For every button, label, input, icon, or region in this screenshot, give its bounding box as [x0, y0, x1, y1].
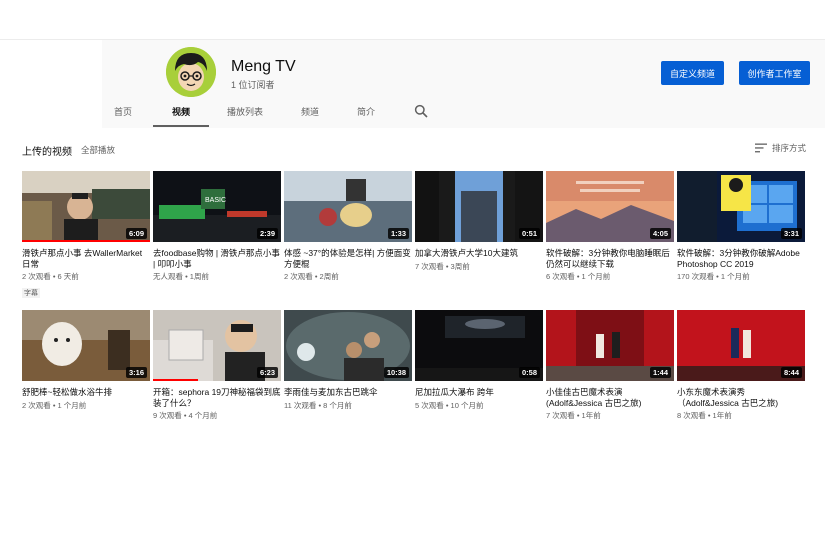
video-card[interactable]: 3:16 舒肥棒~轻松做水浴牛排 2 次观看 • 1 个月前	[22, 310, 150, 411]
creator-studio-button[interactable]: 创作者工作室	[739, 61, 810, 85]
video-thumbnail[interactable]: 6:23	[153, 310, 281, 381]
video-thumbnail[interactable]: 0:51	[415, 171, 543, 242]
svg-text:BASIC: BASIC	[205, 197, 226, 204]
video-grid: 6:09 滑铁卢那点小事 去WallerMarket日常 2 次观看 • 6 天…	[22, 171, 806, 431]
video-meta: 2 次观看 • 1 个月前	[22, 400, 87, 410]
tab-playlists[interactable]: 播放列表	[218, 100, 272, 127]
avatar-cartoon-face	[166, 47, 216, 97]
video-duration: 6:09	[125, 228, 147, 239]
video-meta: 5 次观看 • 10 个月前	[415, 400, 484, 410]
top-bar	[0, 0, 825, 40]
video-duration: 0:51	[518, 228, 540, 239]
video-title[interactable]: 小佳佳古巴魔术表演 (Adolf&Jessica 古巴之旅)	[546, 387, 674, 408]
video-thumbnail[interactable]: 10:38	[284, 310, 412, 381]
video-title[interactable]: 舒肥棒~轻松做水浴牛排	[22, 387, 150, 398]
video-thumbnail[interactable]: 8:44	[677, 310, 805, 381]
video-duration: 6:23	[256, 367, 278, 378]
video-thumbnail[interactable]: BASIC 2:39	[153, 171, 281, 242]
uploads-section-title: 上传的视频	[22, 147, 72, 158]
video-title[interactable]: 去foodbase购物 | 滑铁卢那点小事 | 叩叩小事	[153, 248, 281, 269]
video-meta: 无人观看 • 1周前	[153, 272, 209, 281]
video-duration: 4:05	[649, 228, 671, 239]
video-meta: 6 次观看 • 1 个月前	[546, 272, 611, 281]
video-meta: 7 次观看 • 1年前	[546, 411, 601, 420]
video-meta: 9 次观看 • 4 个月前	[153, 411, 218, 420]
video-duration: 3:16	[125, 367, 147, 378]
customize-channel-button[interactable]: 自定义频道	[661, 61, 724, 85]
video-duration: 1:33	[387, 228, 409, 239]
video-card[interactable]: 0:58 尼加拉瓜大瀑布 跨年 5 次观看 • 10 个月前	[415, 310, 543, 411]
watch-progress-bar	[153, 379, 198, 381]
video-meta: 8 次观看 • 1年前	[677, 411, 732, 420]
sort-icon	[755, 143, 767, 153]
subscriber-count: 1 位订阅者	[231, 80, 275, 90]
video-meta: 7 次观看 • 3周前	[415, 261, 470, 271]
video-title[interactable]: 软件破解：3分钟教你破解Adobe Photoshop CC 2019	[677, 248, 805, 269]
video-meta: 170 次观看 • 1 个月前	[677, 272, 750, 281]
channel-avatar[interactable]	[166, 47, 216, 97]
video-card[interactable]: 8:44 小东东魔术表演秀 （Adolf&Jessica 古巴之旅) 8 次观看…	[677, 310, 805, 421]
video-duration: 1:44	[649, 367, 671, 378]
video-meta: 2 次观看 • 2周前	[284, 272, 339, 281]
video-title[interactable]: 体感 ~37°的体验是怎样| 方便面变方便棍	[284, 248, 412, 269]
video-thumbnail[interactable]: 1:44	[546, 310, 674, 381]
video-card[interactable]: BASIC 2:39 去foodbase购物 | 滑铁卢那点小事 | 叩叩小事 …	[153, 171, 281, 282]
video-meta: 2 次观看 • 6 天前	[22, 272, 79, 281]
play-all-link[interactable]: 全部播放	[81, 144, 115, 156]
video-thumbnail[interactable]: 3:16	[22, 310, 150, 381]
video-card[interactable]: 1:44 小佳佳古巴魔术表演 (Adolf&Jessica 古巴之旅) 7 次观…	[546, 310, 674, 421]
video-duration: 8:44	[780, 367, 802, 378]
search-icon[interactable]	[414, 104, 428, 118]
video-card[interactable]: 1:33 体感 ~37°的体验是怎样| 方便面变方便棍 2 次观看 • 2周前	[284, 171, 412, 282]
video-title[interactable]: 软件破解：3分钟教你电脑睡眠后仍然可以继续下载	[546, 248, 674, 269]
video-card[interactable]: 4:05 软件破解：3分钟教你电脑睡眠后仍然可以继续下载 6 次观看 • 1 个…	[546, 171, 674, 282]
video-thumbnail[interactable]: 6:09	[22, 171, 150, 242]
video-card[interactable]: 3:31 软件破解：3分钟教你破解Adobe Photoshop CC 2019…	[677, 171, 805, 282]
video-title[interactable]: 滑铁卢那点小事 去WallerMarket日常	[22, 248, 150, 269]
caption-badge: 字幕	[22, 288, 40, 298]
tab-channels[interactable]: 频道	[288, 100, 332, 127]
channel-name: Meng TV	[231, 58, 296, 75]
tab-home[interactable]: 首页	[102, 100, 144, 127]
video-thumbnail[interactable]: 4:05	[546, 171, 674, 242]
video-card[interactable]: 10:38 李雨佳与麦加东古巴跳伞 11 次观看 • 8 个月前	[284, 310, 412, 411]
video-card[interactable]: 0:51 加拿大滑铁卢大学10大建筑 7 次观看 • 3周前	[415, 171, 543, 272]
video-card[interactable]: 6:09 滑铁卢那点小事 去WallerMarket日常 2 次观看 • 6 天…	[22, 171, 150, 300]
video-title[interactable]: 李雨佳与麦加东古巴跳伞	[284, 387, 412, 398]
video-duration: 3:31	[780, 228, 802, 239]
sort-label: 排序方式	[772, 143, 807, 153]
tab-videos[interactable]: 视频	[153, 100, 209, 127]
video-card[interactable]: 6:23 开箱：sephora 19刀神秘福袋到底装了什么？ 9 次观看 • 4…	[153, 310, 281, 421]
video-title[interactable]: 小东东魔术表演秀 （Adolf&Jessica 古巴之旅)	[677, 387, 805, 408]
tab-about[interactable]: 简介	[344, 100, 388, 127]
video-meta: 11 次观看 • 8 个月前	[284, 400, 352, 410]
video-title[interactable]: 加拿大滑铁卢大学10大建筑	[415, 248, 543, 259]
video-thumbnail[interactable]: 0:58	[415, 310, 543, 381]
video-thumbnail[interactable]: 3:31	[677, 171, 805, 242]
video-title[interactable]: 尼加拉瓜大瀑布 跨年	[415, 387, 543, 398]
video-title[interactable]: 开箱：sephora 19刀神秘福袋到底装了什么？	[153, 387, 281, 408]
video-duration: 0:58	[518, 367, 540, 378]
video-thumbnail[interactable]: 1:33	[284, 171, 412, 242]
video-duration: 2:39	[256, 228, 278, 239]
watch-progress-bar	[22, 240, 150, 242]
video-duration: 10:38	[383, 367, 409, 378]
sort-by-button[interactable]: 排序方式	[755, 142, 806, 154]
